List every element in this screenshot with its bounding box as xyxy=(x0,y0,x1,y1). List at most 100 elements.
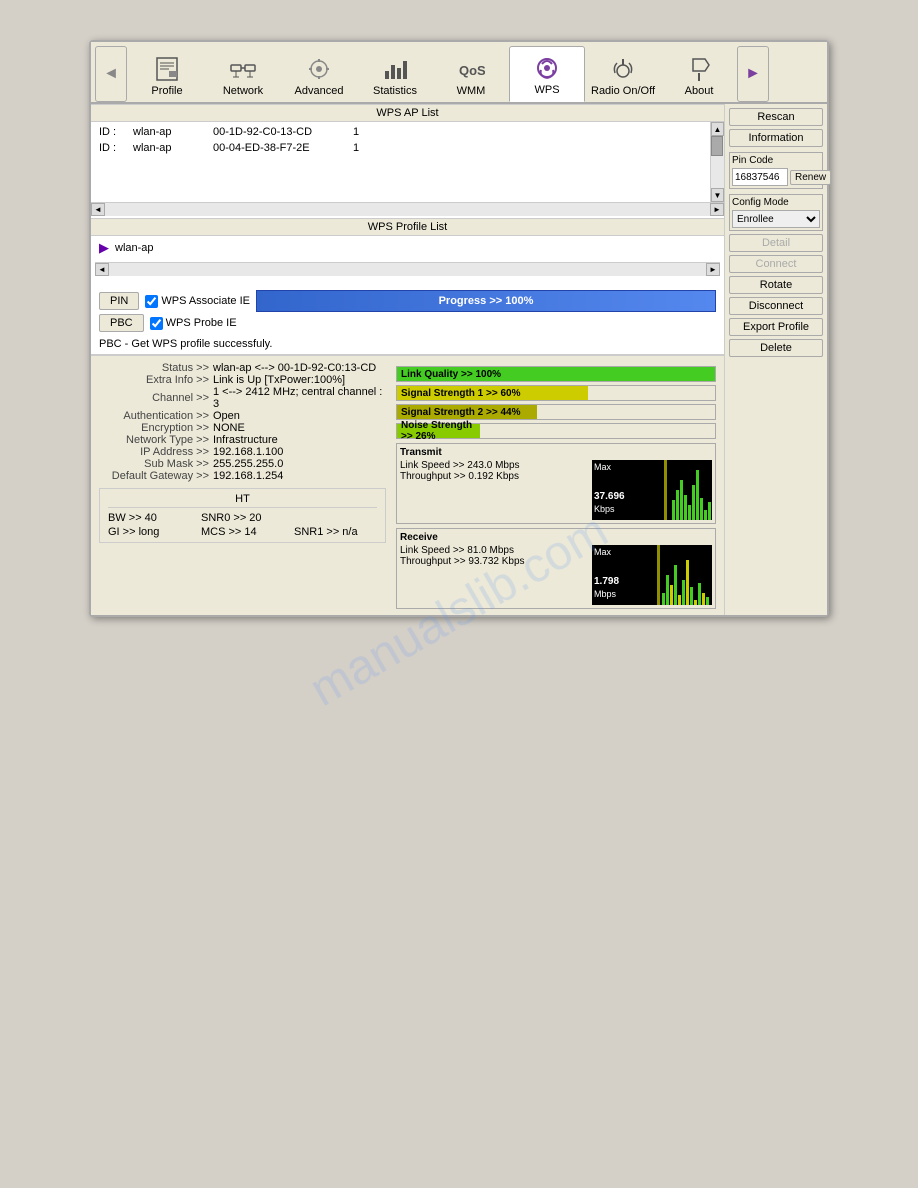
submask-label: Sub Mask >> xyxy=(99,458,209,470)
transmit-chart-row: Link Speed >> 243.0 Mbps Throughput >> 0… xyxy=(400,460,712,520)
tab-radio[interactable]: Radio On/Off xyxy=(585,46,661,102)
profile-list-scrollbar-h[interactable]: ◄ ► xyxy=(95,262,720,276)
tab-statistics[interactable]: Statistics xyxy=(357,46,433,102)
disconnect-button[interactable]: Disconnect xyxy=(729,297,823,315)
status-row-encryption: Encryption >> NONE xyxy=(99,422,386,434)
toolbar: ◄ Profile xyxy=(91,42,827,103)
tab-network-label: Network xyxy=(223,85,263,97)
tab-wmm-label: WMM xyxy=(457,85,486,97)
receive-section: Receive Link Speed >> 81.0 Mbps Throughp… xyxy=(396,528,716,609)
pin-code-label: Pin Code xyxy=(732,155,820,166)
receive-unit: Mbps xyxy=(594,589,616,599)
detail-button[interactable]: Detail xyxy=(729,234,823,252)
ap-row-1-name: wlan-ap xyxy=(133,126,203,138)
scroll-right-arrow[interactable]: ► xyxy=(710,203,724,216)
wps-probe-check[interactable]: WPS Probe IE xyxy=(150,317,237,330)
tab-radio-label: Radio On/Off xyxy=(591,85,655,97)
delete-button[interactable]: Delete xyxy=(729,339,823,357)
scroll-left-arrow[interactable]: ◄ xyxy=(91,203,105,216)
signal1-label: Signal Strength 1 >> 60% xyxy=(401,388,520,399)
rotate-button[interactable]: Rotate xyxy=(729,276,823,294)
status-row-auth: Authentication >> Open xyxy=(99,410,386,422)
tab-wmm[interactable]: QoS WMM xyxy=(433,46,509,102)
noise-fill: Noise Strength >> 26% xyxy=(397,424,480,438)
tab-profile[interactable]: Profile xyxy=(129,46,205,102)
scroll-thumb-v[interactable] xyxy=(711,136,723,156)
tab-advanced-label: Advanced xyxy=(295,85,344,97)
scroll-track-h xyxy=(105,203,710,216)
content-area: WPS AP List ID : wlan-ap 00-1D-92-C0-13-… xyxy=(91,103,827,615)
ht-mcs: MCS >> 14 xyxy=(201,526,284,538)
pin-button[interactable]: PIN xyxy=(99,292,139,310)
main-window: ◄ Profile xyxy=(89,40,829,617)
about-icon xyxy=(685,55,713,83)
pbc-button[interactable]: PBC xyxy=(99,314,144,332)
tab-about[interactable]: About xyxy=(661,46,737,102)
tab-network[interactable]: Network xyxy=(205,46,281,102)
side-panel: Rescan Information Pin Code Renew Config… xyxy=(725,104,827,615)
profile-arrow-icon: ▶ xyxy=(99,240,109,256)
receive-chart-row: Link Speed >> 81.0 Mbps Throughput >> 93… xyxy=(400,545,712,605)
ap-row-2[interactable]: ID : wlan-ap 00-04-ED-38-F7-2E 1 xyxy=(95,140,708,156)
profile-scroll-track xyxy=(109,263,706,276)
renew-button[interactable]: Renew xyxy=(790,170,831,185)
wps-associate-checkbox[interactable] xyxy=(145,295,158,308)
wps-icon xyxy=(533,54,561,82)
wps-associate-label: WPS Associate IE xyxy=(161,295,250,307)
ht-bw: BW >> 40 xyxy=(108,512,191,524)
information-button[interactable]: Information xyxy=(729,129,823,147)
wmm-icon: QoS xyxy=(457,55,485,83)
rescan-button[interactable]: Rescan xyxy=(729,108,823,126)
advanced-icon xyxy=(305,55,333,83)
tab-wps-label: WPS xyxy=(534,84,559,96)
link-quality-track: Link Quality >> 100% xyxy=(396,366,716,382)
ht-snr1: SNR1 >> n/a xyxy=(294,526,377,538)
wps-probe-checkbox[interactable] xyxy=(150,317,163,330)
scroll-down-arrow[interactable]: ▼ xyxy=(711,188,724,202)
tab-advanced[interactable]: Advanced xyxy=(281,46,357,102)
export-profile-button[interactable]: Export Profile xyxy=(729,318,823,336)
link-quality-label: Link Quality >> 100% xyxy=(401,369,501,380)
ap-list-scrollbar-h[interactable]: ◄ ► xyxy=(91,202,724,216)
back-button[interactable]: ◄ xyxy=(95,46,127,102)
ap-row-2-mac: 00-04-ED-38-F7-2E xyxy=(213,142,343,154)
receive-throughput: Throughput >> 93.732 Kbps xyxy=(400,556,588,567)
scroll-up-arrow[interactable]: ▲ xyxy=(711,122,724,136)
transmit-link-speed: Link Speed >> 243.0 Mbps xyxy=(400,460,588,471)
noise-row: Noise Strength >> 26% xyxy=(396,423,716,439)
wps-ap-list-header: WPS AP List xyxy=(91,104,724,122)
bottom-status-area: Status >> wlan-ap <--> 00-1D-92-C0:13-CD… xyxy=(91,354,724,615)
status-row-network-type: Network Type >> Infrastructure xyxy=(99,434,386,446)
scroll-track-v xyxy=(711,136,724,188)
connect-button[interactable]: Connect xyxy=(729,255,823,273)
status-row-submask: Sub Mask >> 255.255.255.0 xyxy=(99,458,386,470)
transmit-unit: Kbps xyxy=(594,504,615,514)
status-value: wlan-ap <--> 00-1D-92-C0:13-CD xyxy=(213,362,376,374)
encryption-label: Encryption >> xyxy=(99,422,209,434)
receive-info: Link Speed >> 81.0 Mbps Throughput >> 93… xyxy=(400,545,588,567)
profile-row-1[interactable]: ▶ wlan-ap xyxy=(95,238,720,258)
ap-list-scrollbar-v[interactable]: ▲ ▼ xyxy=(710,122,724,202)
tab-profile-label: Profile xyxy=(151,85,182,97)
config-mode-select[interactable]: Enrollee Registrar xyxy=(732,210,820,228)
profile-scroll-left[interactable]: ◄ xyxy=(95,263,109,276)
profile-name: wlan-ap xyxy=(115,242,154,254)
forward-button[interactable]: ► xyxy=(737,46,769,102)
pin-code-input[interactable] xyxy=(732,168,788,186)
wps-associate-check[interactable]: WPS Associate IE xyxy=(145,295,250,308)
status-row-channel: Channel >> 1 <--> 2412 MHz; central chan… xyxy=(99,386,386,410)
tab-wps[interactable]: WPS xyxy=(509,46,585,102)
profile-scroll-right[interactable]: ► xyxy=(706,263,720,276)
ht-gi: GI >> long xyxy=(108,526,191,538)
wps-probe-label: WPS Probe IE xyxy=(166,317,237,329)
ap-row-1[interactable]: ID : wlan-ap 00-1D-92-C0-13-CD 1 xyxy=(95,124,708,140)
gateway-label: Default Gateway >> xyxy=(99,470,209,482)
noise-track: Noise Strength >> 26% xyxy=(396,423,716,439)
config-mode-label: Config Mode xyxy=(732,197,820,208)
profile-icon xyxy=(153,55,181,83)
ap-list-area: ID : wlan-ap 00-1D-92-C0-13-CD 1 ID : wl… xyxy=(91,122,724,202)
progress-text: Progress >> 100% xyxy=(439,295,534,307)
status-row-status: Status >> wlan-ap <--> 00-1D-92-C0:13-CD xyxy=(99,362,386,374)
radio-icon xyxy=(609,55,637,83)
progress-bar: Progress >> 100% xyxy=(256,290,716,312)
